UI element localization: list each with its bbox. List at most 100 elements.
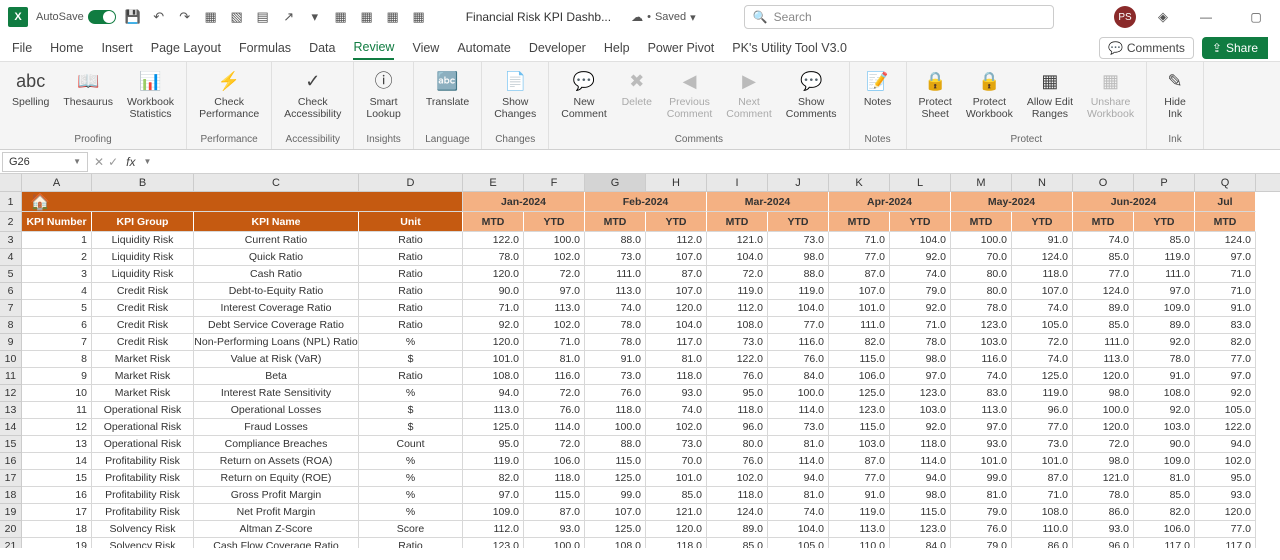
data-cell[interactable]: 102.0: [524, 317, 585, 334]
data-cell[interactable]: 110.0: [829, 538, 890, 548]
tab-developer[interactable]: Developer: [529, 37, 586, 59]
tab-file[interactable]: File: [12, 37, 32, 59]
sub-header[interactable]: MTD: [585, 212, 646, 232]
data-cell[interactable]: 73.0: [585, 368, 646, 385]
data-cell[interactable]: 85.0: [1134, 487, 1195, 504]
data-cell[interactable]: 91.0: [585, 351, 646, 368]
data-cell[interactable]: 93.0: [1073, 521, 1134, 538]
kpi-group[interactable]: Liquidity Risk: [92, 249, 194, 266]
search-input[interactable]: 🔍 Search: [744, 5, 1054, 29]
row-header-16[interactable]: 16: [0, 453, 21, 470]
data-cell[interactable]: 116.0: [951, 351, 1012, 368]
data-cell[interactable]: 98.0: [1073, 385, 1134, 402]
kpi-unit[interactable]: %: [359, 504, 463, 521]
data-cell[interactable]: 77.0: [1073, 266, 1134, 283]
show-changes-button[interactable]: 📄Show Changes: [488, 66, 542, 132]
kpi-number[interactable]: 19: [22, 538, 92, 548]
kpi-unit[interactable]: %: [359, 385, 463, 402]
redo-icon[interactable]: ↷: [176, 8, 194, 26]
data-cell[interactable]: 120.0: [1073, 368, 1134, 385]
data-cell[interactable]: 92.0: [1134, 334, 1195, 351]
kpi-unit[interactable]: %: [359, 453, 463, 470]
save-icon[interactable]: 💾: [124, 8, 142, 26]
kpi-name[interactable]: Beta: [194, 368, 359, 385]
data-cell[interactable]: 123.0: [890, 385, 951, 402]
autosave-toggle[interactable]: AutoSave: [36, 10, 116, 24]
comments-button[interactable]: 💬Comments: [1099, 37, 1194, 59]
data-cell[interactable]: 103.0: [829, 436, 890, 453]
data-cell[interactable]: 87.0: [524, 504, 585, 521]
data-cell[interactable]: 95.0: [1195, 470, 1256, 487]
data-cell[interactable]: 108.0: [1134, 385, 1195, 402]
qat-icon[interactable]: ▤: [254, 8, 272, 26]
protect-workbook-button[interactable]: 🔒Protect Workbook: [960, 66, 1019, 132]
data-cell[interactable]: 117.0: [1195, 538, 1256, 548]
row-header-4[interactable]: 4: [0, 249, 21, 266]
kpi-number[interactable]: 17: [22, 504, 92, 521]
kpi-name[interactable]: Debt-to-Equity Ratio: [194, 283, 359, 300]
data-cell[interactable]: 100.0: [1073, 402, 1134, 419]
kpi-unit[interactable]: Ratio: [359, 300, 463, 317]
row-header-12[interactable]: 12: [0, 385, 21, 402]
data-cell[interactable]: 80.0: [951, 266, 1012, 283]
data-cell[interactable]: 119.0: [1012, 385, 1073, 402]
kpi-unit[interactable]: %: [359, 334, 463, 351]
data-cell[interactable]: 119.0: [463, 453, 524, 470]
kpi-group[interactable]: Profitability Risk: [92, 487, 194, 504]
data-cell[interactable]: 103.0: [890, 402, 951, 419]
month-header[interactable]: Apr-2024: [829, 192, 951, 212]
data-cell[interactable]: 118.0: [707, 487, 768, 504]
data-cell[interactable]: 107.0: [1012, 283, 1073, 300]
data-cell[interactable]: 114.0: [524, 419, 585, 436]
tab-formulas[interactable]: Formulas: [239, 37, 291, 59]
data-cell[interactable]: 86.0: [1012, 538, 1073, 548]
data-cell[interactable]: 113.0: [1073, 351, 1134, 368]
data-cell[interactable]: 114.0: [768, 453, 829, 470]
data-cell[interactable]: 119.0: [1134, 249, 1195, 266]
kpi-name[interactable]: Operational Losses: [194, 402, 359, 419]
data-cell[interactable]: 88.0: [768, 266, 829, 283]
data-cell[interactable]: 122.0: [707, 351, 768, 368]
kpi-name[interactable]: Quick Ratio: [194, 249, 359, 266]
data-cell[interactable]: 110.0: [1012, 521, 1073, 538]
kpi-number[interactable]: 12: [22, 419, 92, 436]
col-header-O[interactable]: O: [1073, 174, 1134, 191]
data-cell[interactable]: 120.0: [646, 300, 707, 317]
qat-icon[interactable]: ▦: [384, 8, 402, 26]
data-cell[interactable]: 104.0: [890, 232, 951, 249]
check-performance-button[interactable]: ⚡Check Performance: [193, 66, 265, 132]
data-cell[interactable]: 93.0: [951, 436, 1012, 453]
kpi-unit[interactable]: Score: [359, 521, 463, 538]
data-cell[interactable]: 120.0: [1195, 504, 1256, 521]
data-cell[interactable]: 81.0: [524, 351, 585, 368]
row-header-11[interactable]: 11: [0, 368, 21, 385]
data-cell[interactable]: 101.0: [829, 300, 890, 317]
col-header-C[interactable]: C: [194, 174, 359, 191]
data-cell[interactable]: 79.0: [890, 283, 951, 300]
col-header-E[interactable]: E: [463, 174, 524, 191]
kpi-number[interactable]: 2: [22, 249, 92, 266]
data-cell[interactable]: 71.0: [1012, 487, 1073, 504]
kpi-unit[interactable]: $: [359, 419, 463, 436]
kpi-number[interactable]: 18: [22, 521, 92, 538]
kpi-group[interactable]: Operational Risk: [92, 436, 194, 453]
kpi-number[interactable]: 5: [22, 300, 92, 317]
kpi-group[interactable]: Profitability Risk: [92, 470, 194, 487]
data-cell[interactable]: 106.0: [1134, 521, 1195, 538]
kpi-group[interactable]: Credit Risk: [92, 300, 194, 317]
kpi-name[interactable]: Value at Risk (VaR): [194, 351, 359, 368]
home-icon[interactable]: 🏠: [30, 192, 50, 212]
data-cell[interactable]: 101.0: [463, 351, 524, 368]
data-cell[interactable]: 90.0: [1134, 436, 1195, 453]
kpi-unit[interactable]: %: [359, 487, 463, 504]
data-cell[interactable]: 101.0: [646, 470, 707, 487]
header-name[interactable]: KPI Name: [194, 212, 359, 232]
data-cell[interactable]: 82.0: [829, 334, 890, 351]
row-header-6[interactable]: 6: [0, 283, 21, 300]
data-cell[interactable]: 115.0: [890, 504, 951, 521]
kpi-unit[interactable]: $: [359, 351, 463, 368]
data-cell[interactable]: 107.0: [829, 283, 890, 300]
data-cell[interactable]: 85.0: [707, 538, 768, 548]
data-cell[interactable]: 70.0: [951, 249, 1012, 266]
data-cell[interactable]: 79.0: [951, 538, 1012, 548]
